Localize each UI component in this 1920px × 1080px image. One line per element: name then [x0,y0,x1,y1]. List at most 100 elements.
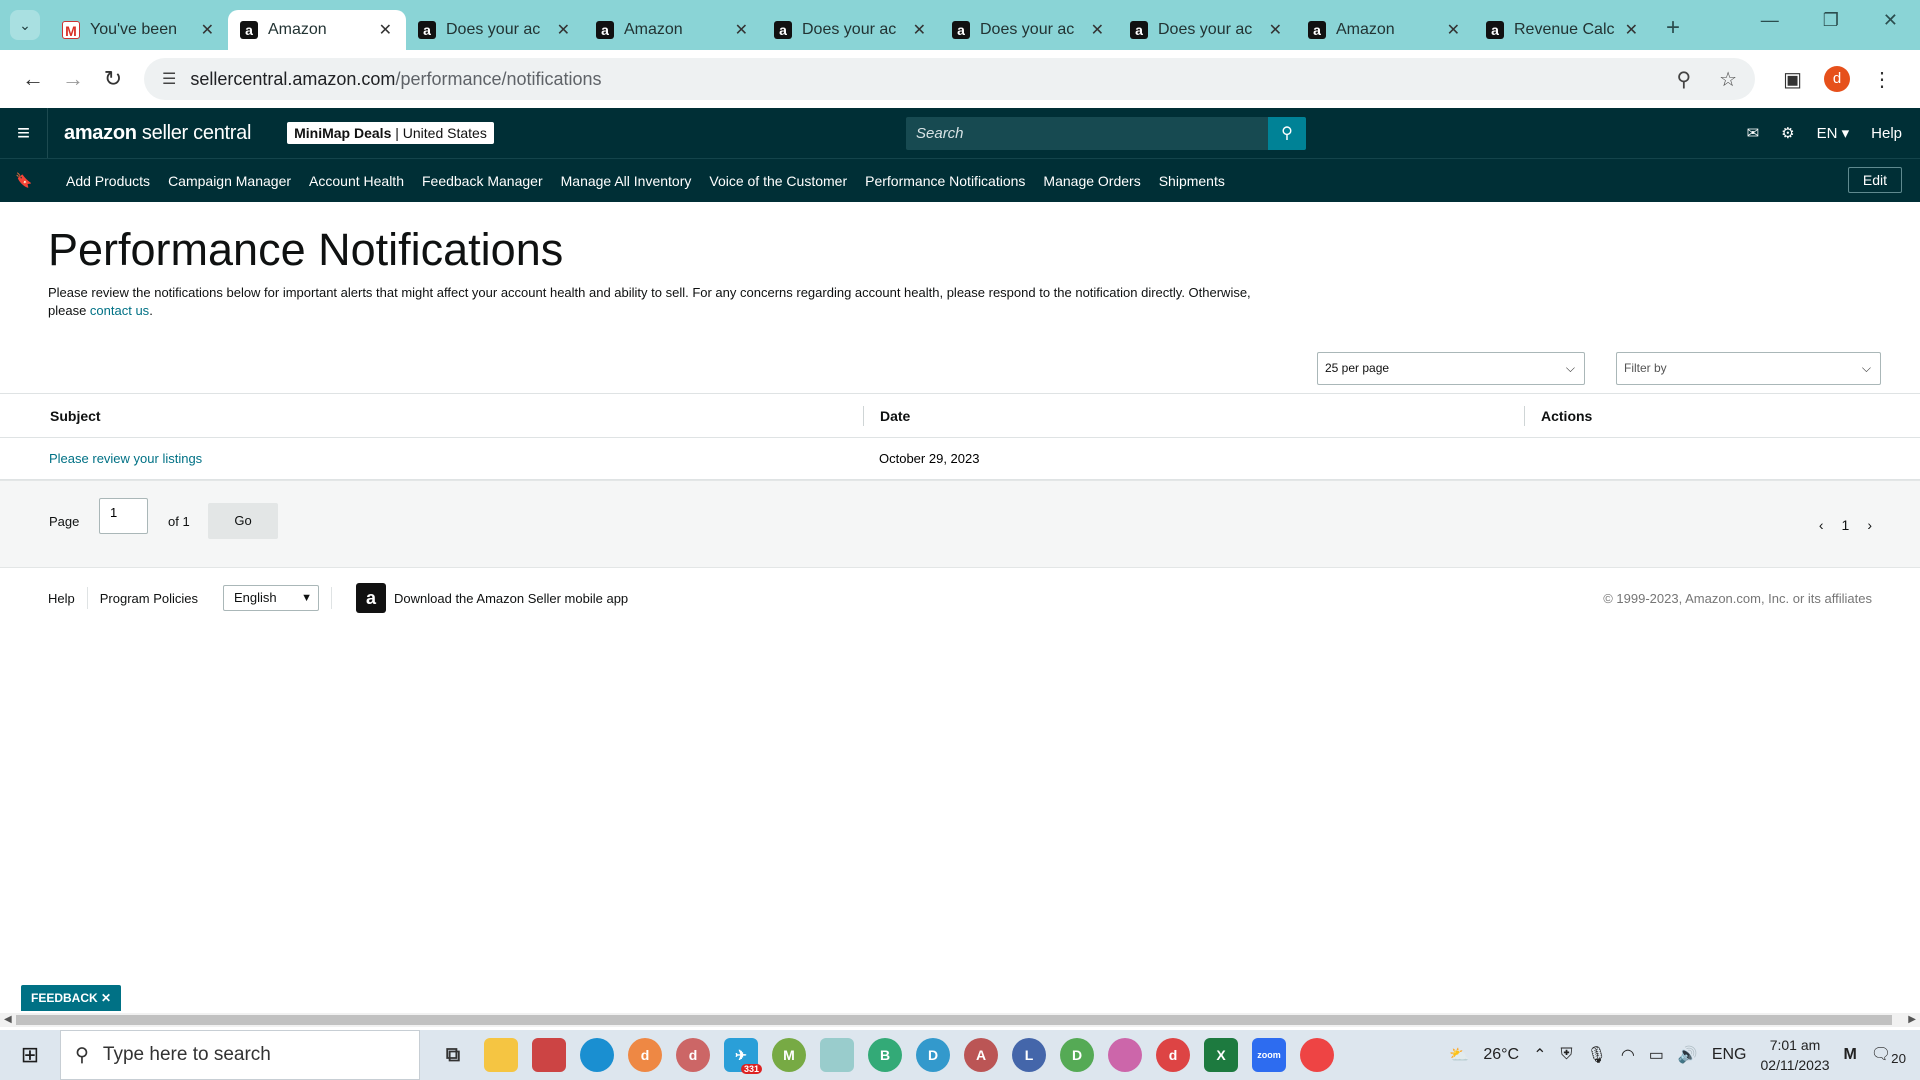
browser-tab[interactable]: a Amazon ✕ [1296,10,1474,50]
close-icon[interactable]: ✕ [913,20,926,40]
chrome-profile-icon[interactable]: B [868,1038,902,1072]
store-switcher[interactable]: MiniMap Deals | United States [287,122,494,144]
restore-icon[interactable]: ❐ [1823,10,1839,31]
security-icon[interactable]: ⛨ [1560,1046,1572,1064]
excel-icon[interactable]: X [1204,1038,1238,1072]
filter-select[interactable]: Filter by ⌵ [1616,352,1881,385]
taskbar-search-input[interactable]: ⚲ Type here to search [60,1030,420,1080]
edge-icon[interactable] [580,1038,614,1072]
close-icon[interactable]: ✕ [379,20,392,40]
close-icon[interactable]: ✕ [201,20,214,40]
browser-tab[interactable]: a Does your ac ✕ [940,10,1118,50]
notification-center-icon[interactable]: 🗨20 [1871,1044,1906,1066]
chrome-profile-icon[interactable]: D [1060,1038,1094,1072]
bookmark-icon[interactable]: 🔖 [0,172,48,189]
chrome-profile-icon[interactable]: A [964,1038,998,1072]
weather-temp[interactable]: 26°C [1483,1046,1519,1064]
close-icon[interactable]: ✕ [101,991,111,1005]
url-field[interactable]: ☰ sellercentral.amazon.com/performance/n… [144,58,1756,100]
scroll-right-icon[interactable]: ▶ [1908,1013,1916,1027]
clock[interactable]: 7:01 am 02/11/2023 [1761,1035,1830,1075]
footer-help-link[interactable]: Help [48,591,75,606]
search-button[interactable]: ⚲ [1268,117,1306,150]
weather-icon[interactable]: ⛅ [1449,1045,1469,1065]
show-hidden-icons-icon[interactable]: ⌃ [1533,1045,1546,1065]
current-page[interactable]: 1 [1842,517,1850,533]
feedback-button[interactable]: FEEDBACK ✕ [21,985,122,1011]
browser-tab[interactable]: a Revenue Calc ✕ [1474,10,1652,50]
nav-manage-all-inventory[interactable]: Manage All Inventory [561,173,692,189]
page-number-input[interactable]: 1 [99,498,148,534]
chrome-icon[interactable] [1300,1038,1334,1072]
browser-tab[interactable]: a Amazon ✕ [584,10,762,50]
close-icon[interactable]: ✕ [1269,20,1282,40]
forward-icon[interactable]: → [56,66,90,92]
browser-tab[interactable]: a Does your ac ✕ [406,10,584,50]
back-icon[interactable]: ← [16,66,50,92]
chevron-right-icon[interactable]: › [1867,517,1872,533]
chrome-profile-icon[interactable]: L [1012,1038,1046,1072]
gear-icon[interactable]: ⚙ [1781,124,1794,142]
input-language[interactable]: ENG [1712,1046,1747,1064]
scroll-left-icon[interactable]: ◀ [4,1013,12,1027]
browser-tab-active[interactable]: a Amazon ✕ [228,10,406,50]
nav-campaign-manager[interactable]: Campaign Manager [168,173,291,189]
footer-program-policies-link[interactable]: Program Policies [100,591,198,606]
reload-icon[interactable]: ↻ [96,66,130,92]
volume-icon[interactable]: 🔊 [1678,1045,1698,1065]
scrollbar-thumb[interactable] [16,1015,1892,1025]
close-icon[interactable]: ✕ [1091,20,1104,40]
nav-feedback-manager[interactable]: Feedback Manager [422,173,543,189]
contact-us-link[interactable]: contact us [90,303,149,318]
tab-search-button[interactable]: ⌄ [10,10,40,40]
language-selector[interactable]: EN ▾ [1817,124,1850,142]
nav-performance-notifications[interactable]: Performance Notifications [865,173,1025,189]
wifi-icon[interactable]: ◠ [1621,1045,1635,1065]
zoom-icon[interactable]: ⚲ [1677,67,1692,92]
chrome-profile-icon[interactable]: D [916,1038,950,1072]
amazon-app-icon[interactable]: a [356,583,387,613]
nav-manage-orders[interactable]: Manage Orders [1043,173,1140,189]
browser-tab[interactable]: a Does your ac ✕ [1118,10,1296,50]
seller-central-logo[interactable]: amazon seller central [64,122,251,145]
browser-tab[interactable]: M You've been ✕ [50,10,228,50]
hamburger-menu-icon[interactable]: ≡ [0,108,48,158]
chevron-left-icon[interactable]: ‹ [1819,517,1824,533]
close-icon[interactable]: ✕ [735,20,748,40]
close-icon[interactable]: ✕ [1625,20,1638,40]
windows-start-icon[interactable]: ⊞ [0,1042,60,1068]
chrome-profile-icon[interactable] [1108,1038,1142,1072]
battery-icon[interactable]: ▭ [1649,1045,1664,1065]
telegram-icon[interactable]: ✈ 331 [724,1038,762,1074]
more-menu-icon[interactable]: ⋮ [1872,67,1892,92]
zoom-icon[interactable]: zoom [1252,1038,1286,1072]
task-view-icon[interactable]: ⧉ [436,1038,470,1072]
footer-language-select[interactable]: English ▼ [223,585,320,611]
app-icon[interactable] [820,1038,854,1072]
nav-add-products[interactable]: Add Products [66,173,150,189]
microphone-icon[interactable]: 🎙 [1587,1045,1607,1065]
profile-avatar[interactable]: d [1824,66,1850,92]
side-panel-icon[interactable]: ▣ [1783,67,1802,92]
column-header-date[interactable]: Date [880,394,910,438]
app-shortcut-icon[interactable]: M [1844,1046,1857,1064]
search-input[interactable]: Search [906,117,1268,150]
horizontal-scrollbar[interactable]: ◀ ▶ [0,1013,1920,1027]
column-header-subject[interactable]: Subject [50,394,101,438]
nav-voice-of-the-customer[interactable]: Voice of the Customer [709,173,847,189]
close-icon[interactable]: ✕ [557,20,570,40]
close-icon[interactable]: ✕ [1447,20,1460,40]
help-link[interactable]: Help [1871,125,1902,142]
close-window-icon[interactable]: ✕ [1883,10,1898,31]
snipping-tool-icon[interactable] [532,1038,566,1072]
notification-subject-link[interactable]: Please review your listings [49,451,202,466]
chrome-profile-icon[interactable]: d [628,1038,662,1072]
nav-shipments[interactable]: Shipments [1159,173,1225,189]
minimize-icon[interactable]: — [1761,10,1779,31]
chrome-profile-icon[interactable]: d [676,1038,710,1072]
mail-icon[interactable]: ✉ [1747,124,1760,142]
site-info-icon[interactable]: ☰ [162,69,176,89]
go-button[interactable]: Go [208,503,278,539]
browser-tab[interactable]: a Does your ac ✕ [762,10,940,50]
chrome-profile-icon[interactable]: M [772,1038,806,1072]
